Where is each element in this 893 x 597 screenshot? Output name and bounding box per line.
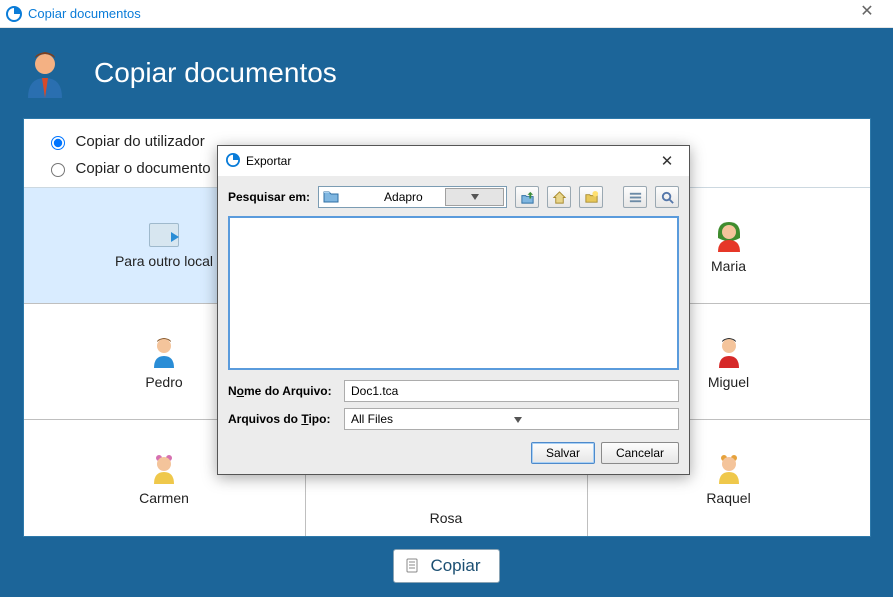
radio-copy-user-label: Copiar do utilizador: [76, 133, 205, 150]
file-list-area[interactable]: [228, 216, 679, 370]
radio-copy-document-label: Copiar o documento: [76, 160, 211, 177]
avatar-icon: [712, 218, 746, 252]
dialog-titlebar: Exportar ✕: [218, 146, 689, 176]
dialog-app-icon: [226, 153, 240, 170]
cell-label: Rosa: [430, 510, 463, 526]
cell-label: Para outro local: [115, 253, 213, 269]
copy-icon: [404, 557, 422, 575]
filetype-label: Arquivos do Tipo:: [228, 412, 336, 426]
search-in-label: Pesquisar em:: [228, 190, 310, 204]
search-in-value: Adapro: [384, 190, 441, 204]
dialog-title: Exportar: [246, 154, 291, 168]
folder-icon: [323, 189, 380, 206]
avatar-icon: [147, 334, 181, 368]
export-folder-icon: [149, 223, 179, 247]
filename-input[interactable]: [344, 380, 679, 402]
cell-label: Miguel: [708, 374, 749, 390]
chevron-down-icon[interactable]: [514, 412, 677, 426]
up-folder-button[interactable]: [515, 186, 539, 208]
copy-button-label: Copiar: [430, 556, 480, 576]
avatar-icon: [147, 450, 181, 484]
window-close-icon[interactable]: ✕: [847, 4, 887, 24]
header-avatar-icon: [20, 48, 70, 98]
radio-copy-user-input[interactable]: [51, 136, 65, 150]
dialog-close-icon[interactable]: ✕: [653, 152, 681, 170]
titlebar: Copiar documentos ✕: [0, 0, 893, 28]
details-view-button[interactable]: [655, 186, 679, 208]
avatar-icon: [712, 334, 746, 368]
filetype-select[interactable]: All Files: [344, 408, 679, 430]
cell-label: Carmen: [139, 490, 189, 506]
list-view-button[interactable]: [623, 186, 647, 208]
page-title: Copiar documentos: [94, 57, 337, 89]
chevron-down-icon[interactable]: [445, 188, 504, 206]
filename-label: Nome do Arquivo:: [228, 384, 336, 398]
cell-label: Raquel: [706, 490, 750, 506]
app-icon: [6, 6, 22, 22]
home-button[interactable]: [547, 186, 571, 208]
copy-button[interactable]: Copiar: [393, 549, 499, 583]
cell-label: Pedro: [145, 374, 182, 390]
cancel-button[interactable]: Cancelar: [601, 442, 679, 464]
new-folder-button[interactable]: [579, 186, 603, 208]
window-title: Copiar documentos: [28, 6, 141, 21]
page-header: Copiar documentos: [20, 48, 873, 98]
cell-label: Maria: [711, 258, 746, 274]
radio-copy-document-input[interactable]: [51, 163, 65, 177]
export-dialog: Exportar ✕ Pesquisar em: Adapro: [217, 145, 690, 475]
save-button[interactable]: Salvar: [531, 442, 595, 464]
save-button-label: alvar: [554, 446, 580, 460]
avatar-icon: [712, 450, 746, 484]
filetype-value: All Files: [351, 412, 514, 426]
search-in-combo[interactable]: Adapro: [318, 186, 507, 208]
